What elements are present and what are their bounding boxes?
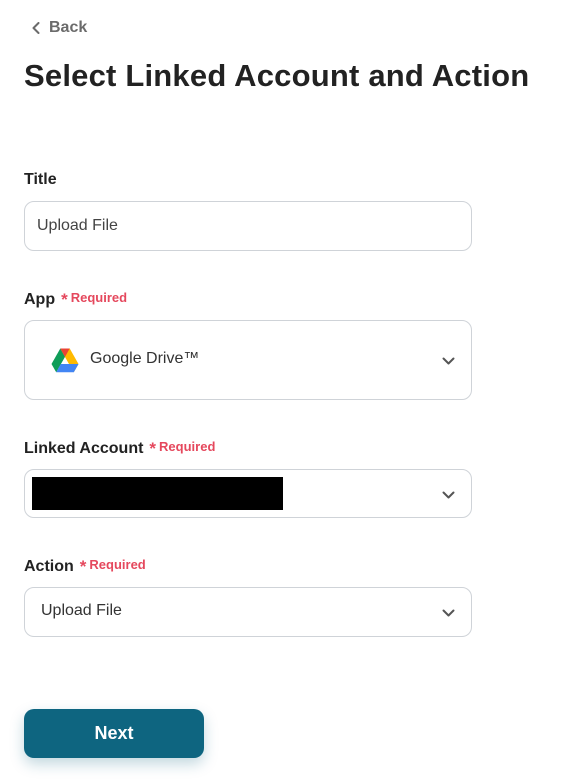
linked-account-label-text: Linked Account [24, 440, 144, 457]
redacted-account-value [32, 477, 283, 510]
chevron-left-icon [32, 22, 40, 34]
chevron-down-icon [442, 354, 455, 372]
google-drive-icon [51, 348, 79, 378]
required-badge: * Required [149, 438, 216, 458]
required-text: Required [159, 439, 216, 454]
app-select[interactable]: Google Drive™ [24, 320, 472, 400]
required-asterisk: * [79, 557, 87, 576]
required-asterisk: * [61, 290, 68, 309]
next-button[interactable]: Next [24, 709, 204, 758]
required-text: Required [89, 557, 146, 572]
required-badge: * Required [61, 289, 128, 309]
back-link[interactable]: Back [32, 17, 87, 39]
app-label-text: App [24, 291, 56, 308]
action-select[interactable]: Upload File [24, 587, 472, 637]
back-label: Back [49, 19, 88, 36]
app-select-value: Google Drive™ [90, 350, 200, 367]
chevron-down-icon [442, 488, 455, 506]
page: Back Select Linked Account and Action Ti… [0, 0, 575, 779]
required-asterisk: * [149, 439, 157, 458]
page-title: Select Linked Account and Action [24, 58, 530, 93]
title-label-text: Title [24, 171, 57, 188]
linked-account-select[interactable] [24, 469, 472, 518]
required-badge: * Required [79, 556, 146, 576]
action-select-value: Upload File [41, 602, 122, 619]
title-field-label: Title [24, 171, 57, 189]
app-field-label: App * Required [24, 290, 127, 309]
title-input[interactable] [24, 201, 472, 251]
chevron-down-icon [442, 606, 455, 624]
action-field-label: Action * Required [24, 557, 146, 576]
linked-account-field-label: Linked Account * Required [24, 439, 215, 458]
action-label-text: Action [24, 558, 74, 575]
required-text: Required [70, 290, 128, 305]
